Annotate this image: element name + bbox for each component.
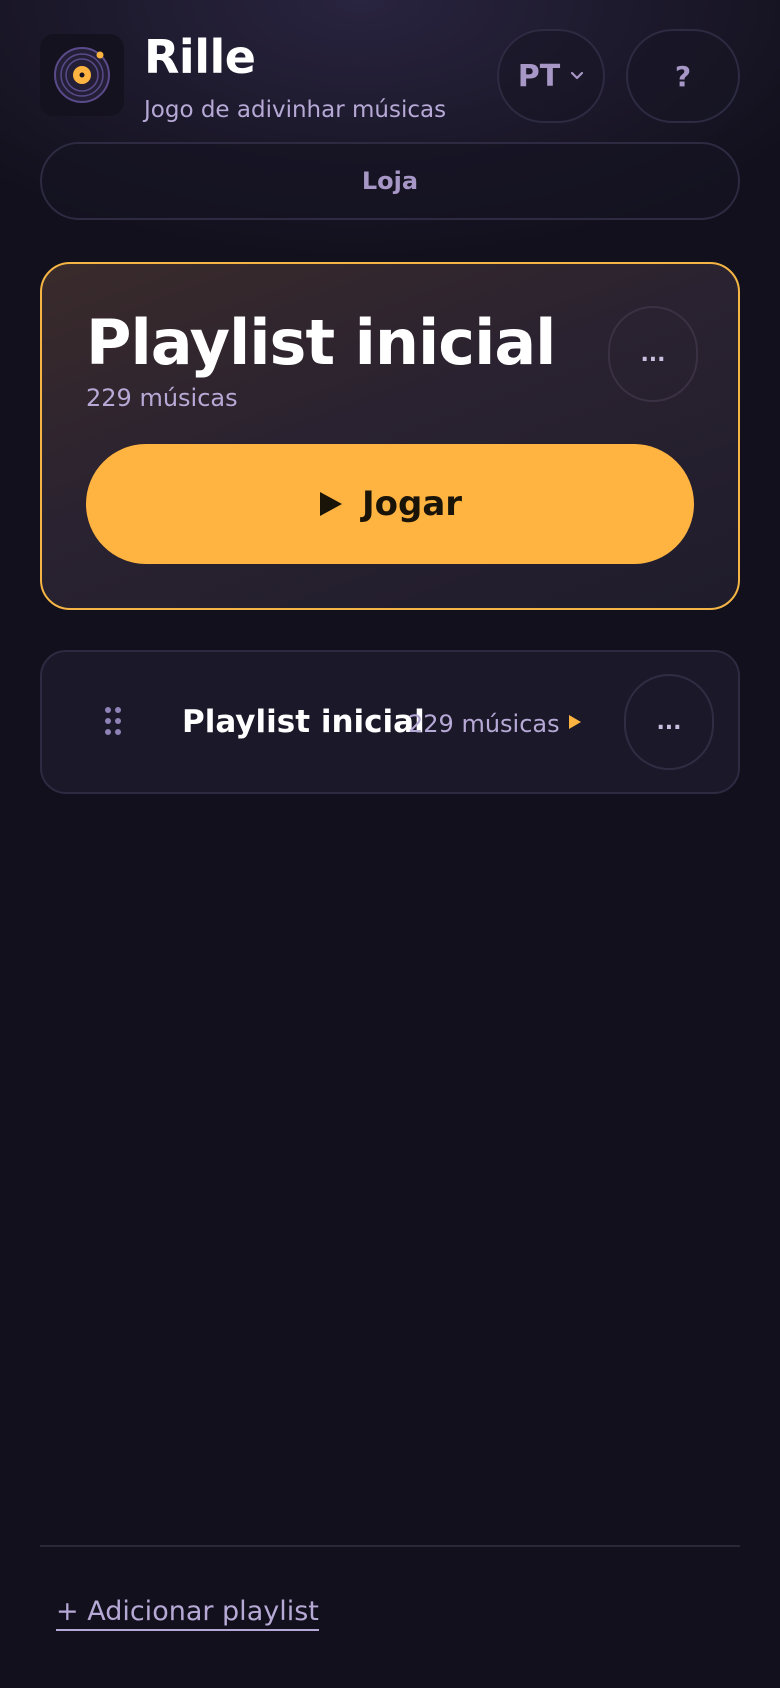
play-icon	[319, 492, 342, 516]
play-icon[interactable]	[568, 714, 582, 730]
divider	[40, 1545, 740, 1547]
featured-playlist-title: Playlist inicial	[86, 306, 556, 379]
app-subtitle: Jogo de adivinhar músicas	[144, 97, 447, 123]
vinyl-record-icon	[54, 47, 110, 103]
play-button[interactable]: Jogar	[86, 444, 694, 564]
shop-label: Loja	[361, 167, 419, 195]
play-label: Jogar	[361, 484, 463, 524]
drag-handle-icon[interactable]	[104, 706, 122, 736]
playlist-row[interactable]: Playlist inicial 229 músicas ...	[40, 650, 740, 794]
featured-playlist-count: 229 músicas	[86, 384, 238, 412]
language-selector[interactable]: PT	[497, 29, 605, 123]
more-label: ...	[640, 341, 666, 367]
help-label: ?	[674, 59, 692, 93]
playlist-row-more-button[interactable]: ...	[624, 674, 714, 770]
add-playlist-link[interactable]: + Adicionar playlist	[56, 1596, 319, 1631]
featured-playlist-card: Playlist inicial 229 músicas ... Jogar	[40, 262, 740, 610]
chevron-down-icon	[571, 71, 584, 80]
help-button[interactable]: ?	[626, 29, 740, 123]
playlist-row-title: Playlist inicial	[182, 704, 425, 740]
app-logo	[40, 34, 124, 116]
featured-more-button[interactable]: ...	[608, 306, 698, 402]
language-label: PT	[517, 58, 561, 94]
app-title: Rille	[144, 30, 256, 84]
shop-button[interactable]: Loja	[40, 142, 740, 220]
playlist-row-count: 229 músicas	[408, 710, 560, 738]
more-label: ...	[656, 709, 682, 735]
